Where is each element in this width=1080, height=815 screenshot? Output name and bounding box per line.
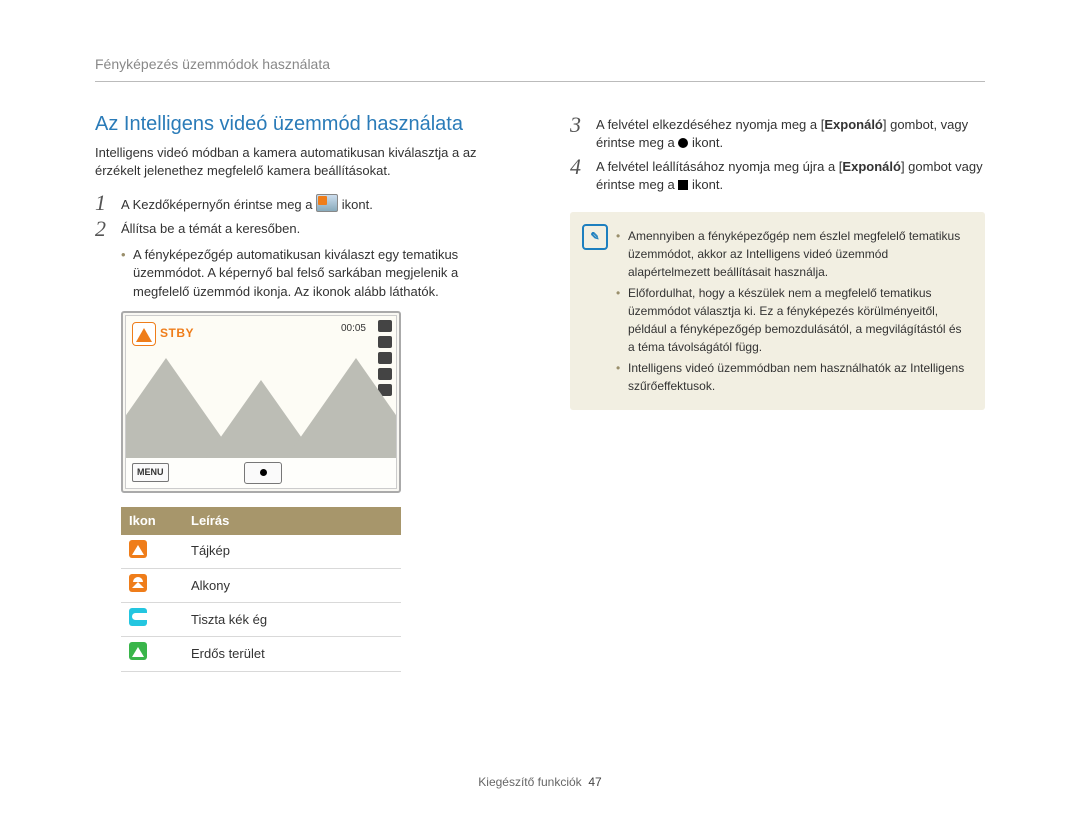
landscape-mode-icon	[132, 322, 156, 346]
left-column: Az Intelligens videó üzemmód használata …	[95, 110, 510, 672]
mode-icon	[129, 540, 147, 558]
step-number: 4	[570, 156, 596, 178]
mode-icon	[129, 642, 147, 660]
step-number: 2	[95, 218, 121, 240]
table-cell-desc: Alkony	[183, 569, 401, 603]
table-cell-desc: Erdős terület	[183, 637, 401, 671]
note-list: Amennyiben a fényképezőgép nem észlel me…	[616, 227, 971, 395]
step-4-body: A felvétel leállításához nyomja meg újra…	[596, 158, 985, 194]
section-title: Az Intelligens videó üzemmód használata	[95, 110, 510, 138]
table-row: Erdős terület	[121, 637, 401, 671]
intro-text: Intelligens videó módban a kamera automa…	[95, 144, 510, 180]
info-icon: ✎	[582, 224, 608, 250]
footer-section: Kiegészítő funkciók	[478, 775, 581, 789]
footer: Kiegészítő funkciók 47	[0, 774, 1080, 791]
icon-table-body: TájképAlkonyTiszta kék égErdős terület	[121, 535, 401, 671]
note-item: Intelligens videó üzemmódban nem használ…	[616, 359, 971, 395]
table-cell-icon	[121, 535, 183, 569]
smart-mode-icon	[316, 194, 338, 212]
table-row: Tájkép	[121, 535, 401, 569]
breadcrumb: Fényképezés üzemmódok használata	[95, 55, 985, 82]
step-4: 4 A felvétel leállításához nyomja meg új…	[570, 158, 985, 194]
footer-page: 47	[588, 775, 601, 789]
icon-table: Ikon Leírás TájképAlkonyTiszta kék égErd…	[121, 507, 401, 672]
battery-icon	[378, 320, 392, 332]
camera-inner: STBY 00:05 MENU	[125, 315, 397, 489]
step-3-bold: Exponáló	[824, 117, 883, 132]
step-3-pre: A felvétel elkezdéséhez nyomja meg a [	[596, 117, 824, 132]
note-item: Előfordulhat, hogy a készülek nem a megf…	[616, 284, 971, 356]
step-1-body: A Kezdőképernyőn érintse meg a ikont.	[121, 194, 510, 214]
record-circle-icon	[678, 138, 688, 148]
table-row: Alkony	[121, 569, 401, 603]
camera-bottom-bar: MENU	[126, 458, 396, 488]
step-2-body: Állítsa be a témát a keresőben.	[121, 220, 510, 238]
table-cell-desc: Tiszta kék ég	[183, 603, 401, 637]
record-button	[244, 462, 282, 484]
note-box: ✎ Amennyiben a fényképezőgép nem észlel …	[570, 212, 985, 410]
table-head-desc: Leírás	[183, 507, 401, 535]
table-cell-icon	[121, 637, 183, 671]
mode-icon	[129, 608, 147, 626]
step-4-bold: Exponáló	[842, 159, 901, 174]
step-3: 3 A felvétel elkezdéséhez nyomja meg a […	[570, 116, 985, 152]
stby-text: STBY	[160, 325, 194, 342]
step-2-bullet: A fényképezőgép automatikusan kiválaszt …	[121, 246, 510, 301]
step-1-pre: A Kezdőképernyőn érintse meg a	[121, 197, 316, 212]
stby-badge: STBY	[132, 322, 194, 346]
camera-preview: STBY 00:05 MENU	[121, 311, 401, 493]
step-number: 1	[95, 192, 121, 214]
table-cell-icon	[121, 569, 183, 603]
table-head-icon: Ikon	[121, 507, 183, 535]
menu-button: MENU	[132, 463, 169, 482]
step-1-post: ikont.	[342, 197, 373, 212]
page: Fényképezés üzemmódok használata Az Inte…	[0, 0, 1080, 815]
step-number: 3	[570, 114, 596, 136]
mountain-graphic	[126, 358, 396, 458]
right-column: 3 A felvétel elkezdéséhez nyomja meg a […	[570, 110, 985, 672]
step-2: 2 Állítsa be a témát a keresőben.	[95, 220, 510, 240]
step-3-body: A felvétel elkezdéséhez nyomja meg a [Ex…	[596, 116, 985, 152]
recording-time: 00:05	[341, 322, 366, 336]
step-4-pre: A felvétel leállításához nyomja meg újra…	[596, 159, 842, 174]
table-cell-desc: Tájkép	[183, 535, 401, 569]
step-4-post: ikont.	[688, 177, 723, 192]
table-cell-icon	[121, 603, 183, 637]
step-2-text: Állítsa be a témát a keresőben.	[121, 221, 300, 236]
step-2-bullets: A fényképezőgép automatikusan kiválaszt …	[121, 246, 510, 301]
step-3-post: ikont.	[688, 135, 723, 150]
resolution-icon	[378, 336, 392, 348]
table-row: Tiszta kék ég	[121, 603, 401, 637]
note-item: Amennyiben a fényképezőgép nem észlel me…	[616, 227, 971, 281]
step-1: 1 A Kezdőképernyőn érintse meg a ikont.	[95, 194, 510, 214]
stop-square-icon	[678, 180, 688, 190]
content-columns: Az Intelligens videó üzemmód használata …	[95, 110, 985, 672]
mode-icon	[129, 574, 147, 592]
